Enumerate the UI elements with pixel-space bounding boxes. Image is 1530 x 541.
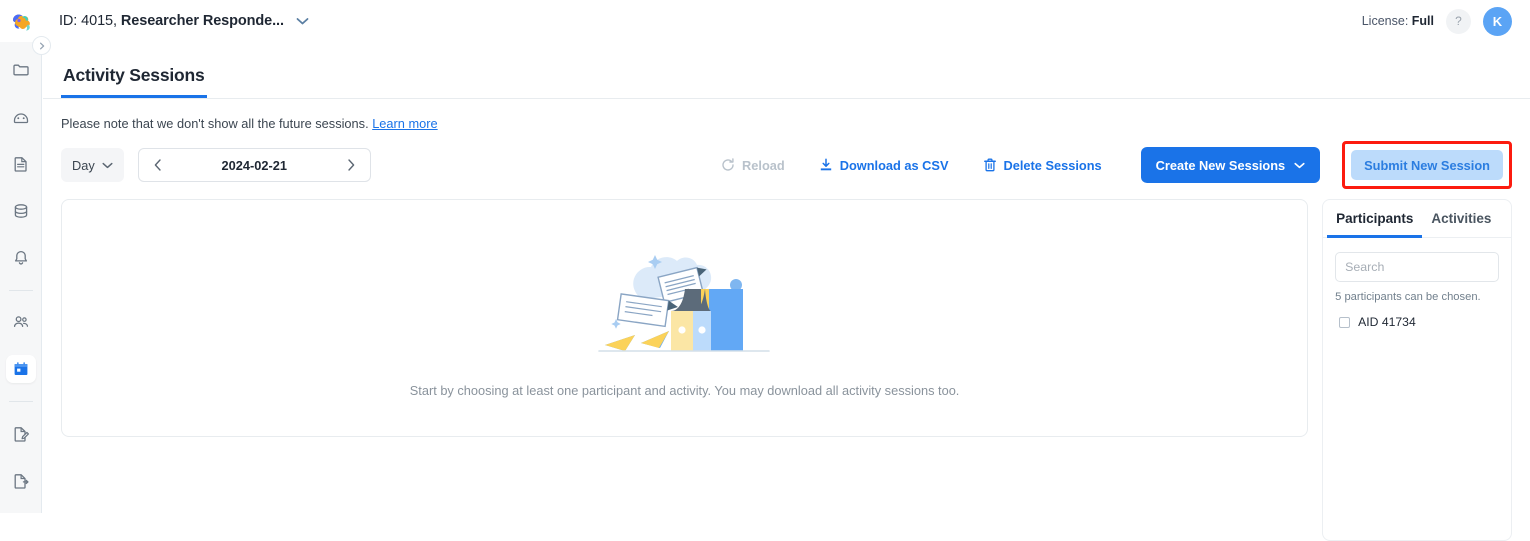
top-header-bar: ID: 4015, Researcher Responde... License… [0,0,1530,42]
avatar[interactable]: K [1483,6,1512,36]
create-label: Create New Sessions [1155,157,1286,173]
page-container: Activity Sessions Please note that we do… [43,42,1530,541]
toolbar: Day 2024-02-21 Reload Download as CSV De… [61,141,1530,189]
delete-label: Delete Sessions [1003,157,1102,173]
sidebar-item-activity-sessions[interactable] [5,354,36,384]
sidebar-item-edit-document[interactable] [6,419,36,448]
participant-checkbox[interactable] [1339,316,1351,328]
sidebar-collapse-toggle[interactable] [32,36,51,55]
trash-icon [983,158,996,172]
panel-tab-bar: Participants Activities [1323,200,1511,238]
database-icon [14,203,27,218]
submit-new-session-highlight: Submit New Session [1342,141,1512,189]
learn-more-link[interactable]: Learn more [372,116,437,131]
chevron-right-icon [39,42,44,49]
submit-new-session-button[interactable]: Submit New Session [1351,150,1503,180]
content-row: Start by choosing at least one participa… [61,199,1530,541]
sessions-empty-state-card: Start by choosing at least one participa… [61,199,1309,437]
sidebar-item-database[interactable] [6,196,36,225]
page-notice: Please note that we don't show all the f… [43,99,1530,131]
document-icon [14,157,27,172]
sidebar-divider [8,401,33,403]
participants-hint: 5 participants can be chosen. [1335,291,1481,303]
folder-icon [12,64,29,76]
granularity-select[interactable]: Day [61,148,124,182]
search-input[interactable] [1335,252,1499,282]
sidebar-item-dashboard[interactable] [6,103,36,132]
people-icon [13,316,28,328]
delete-sessions-button[interactable]: Delete Sessions [966,148,1119,182]
sidebar-divider [8,289,33,291]
license-status: License: Full [1362,14,1434,28]
page-tab-bar: Activity Sessions [43,42,1530,99]
document-edit-icon [14,426,29,442]
tab-participants[interactable]: Participants [1327,200,1423,238]
date-navigator: 2024-02-21 [137,148,371,182]
sidebar-item-participants[interactable] [6,308,36,337]
sidebar-item-documents[interactable] [6,150,36,179]
sidebar-item-folder[interactable] [6,56,36,85]
empty-state-text: Start by choosing at least one participa… [409,382,960,398]
tab-activity-sessions[interactable]: Activity Sessions [61,65,207,98]
calendar-icon [14,362,27,376]
chevron-down-icon[interactable] [296,17,309,25]
granularity-value: Day [72,157,95,173]
next-date-button[interactable] [344,156,358,174]
sidebar-item-notifications[interactable] [6,243,36,272]
context-name: Researcher Responde... [120,13,284,29]
context-title: ID: 4015, Researcher Responde... [59,13,284,29]
download-icon [820,158,831,171]
chevron-right-icon [348,159,355,171]
brain-logo-icon [13,14,30,31]
toolbar-actions: Reload Download as CSV Delete Sessions C… [704,141,1512,189]
chevron-down-icon [1294,162,1305,168]
chevron-left-icon [154,159,161,171]
previous-date-button[interactable] [151,156,165,174]
download-csv-button[interactable]: Download as CSV [802,148,966,182]
chevron-down-icon [102,162,113,168]
header-right-group: License: Full ? K [1362,6,1530,36]
refresh-icon [722,158,734,171]
selection-side-panel: Participants Activities 5 participants c… [1322,199,1512,541]
bell-icon [14,250,27,265]
context-selector[interactable]: ID: 4015, Researcher Responde... [59,13,309,29]
current-date-value[interactable]: 2024-02-21 [222,158,287,173]
left-sidebar [0,42,42,513]
dashboard-gauge-icon [13,113,28,124]
no-data-flying-papers-illustration [598,254,770,352]
reload-button[interactable]: Reload [704,148,802,182]
tab-activities[interactable]: Activities [1422,200,1500,238]
context-id: ID: 4015, [59,13,117,29]
create-new-sessions-button[interactable]: Create New Sessions [1140,147,1321,183]
sidebar-item-export-document[interactable] [6,466,36,495]
license-label: License: [1361,14,1409,28]
download-label: Download as CSV [839,157,949,173]
reload-label: Reload [742,157,785,173]
participant-list-item[interactable]: AID 41734 [1335,315,1499,329]
document-export-icon [14,473,29,489]
panel-body: 5 participants can be chosen. AID 41734 [1323,238,1511,329]
help-button[interactable]: ? [1446,8,1471,34]
notice-text: Please note that we don't show all the f… [61,116,369,131]
participant-label: AID 41734 [1358,315,1416,329]
license-value: Full [1411,14,1434,28]
app-logo[interactable] [0,0,42,42]
